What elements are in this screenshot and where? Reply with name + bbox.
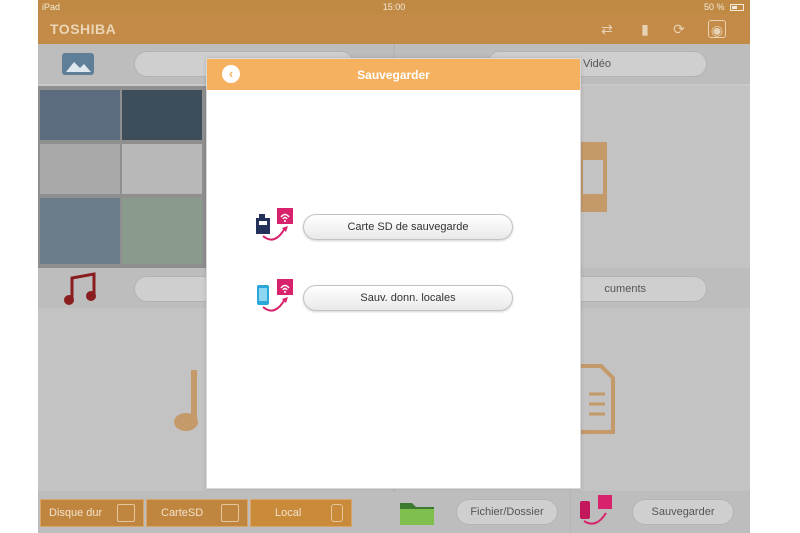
- dialog-title: Sauvegarder: [357, 68, 430, 82]
- backup-sd-card-button[interactable]: Carte SD de sauvegarde: [303, 214, 513, 240]
- battery-percent: 50 %: [703, 2, 725, 12]
- hard-disk-icon: [117, 504, 135, 522]
- camera-settings-icon[interactable]: ◉: [708, 20, 726, 38]
- phone-to-wifi-icon: [257, 279, 293, 312]
- sd-card-icon: [221, 504, 239, 522]
- sd-to-wifi-icon: [256, 208, 293, 241]
- tab-local[interactable]: Local: [250, 499, 352, 527]
- file-folder-button[interactable]: Fichier/Dossier: [456, 499, 558, 525]
- backup-dialog: ‹ Sauvegarder Carte SD de sauvegarde Sau…: [206, 58, 581, 489]
- music-note-icon: [64, 272, 96, 305]
- status-bar: iPad 15:00 50 %: [38, 0, 750, 14]
- backup-button[interactable]: Sauvegarder: [632, 499, 734, 525]
- folder-icon[interactable]: [398, 497, 436, 527]
- sync-icon[interactable]: ⟳: [670, 20, 688, 38]
- bottom-bar: Disque dur CarteSD Local Fichier/Dossier…: [38, 491, 750, 533]
- bottom-divider: [570, 491, 571, 533]
- tablet-icon: [331, 504, 343, 522]
- document-icon: [577, 364, 615, 434]
- battery-icon: [730, 4, 744, 12]
- tab-sd-card[interactable]: CarteSD: [146, 499, 248, 527]
- tab-hard-disk-label: Disque dur: [49, 507, 103, 519]
- backup-icon[interactable]: [578, 495, 616, 529]
- tab-sd-card-label: CarteSD: [161, 507, 204, 519]
- app-header: TOSHIBA ⇄ ▮ ⟳ ◉: [38, 14, 750, 44]
- app-window: iPad 15:00 50 % TOSHIBA ⇄ ▮ ⟳ ◉ Vidéo cu…: [38, 0, 750, 533]
- clock: 15:00: [382, 2, 406, 12]
- tab-hard-disk[interactable]: Disque dur: [40, 499, 144, 527]
- transfer-icon[interactable]: ⇄: [598, 20, 616, 38]
- brand-logo: TOSHIBA: [50, 21, 117, 37]
- photo-icon: [62, 53, 94, 75]
- backup-local-data-button[interactable]: Sauv. donn. locales: [303, 285, 513, 311]
- battery-status: 50 %: [704, 2, 744, 12]
- tab-local-label: Local: [275, 507, 302, 519]
- dialog-header: ‹ Sauvegarder: [207, 59, 580, 90]
- battery-icon[interactable]: ▮: [636, 20, 654, 38]
- music-large-icon: [174, 370, 198, 431]
